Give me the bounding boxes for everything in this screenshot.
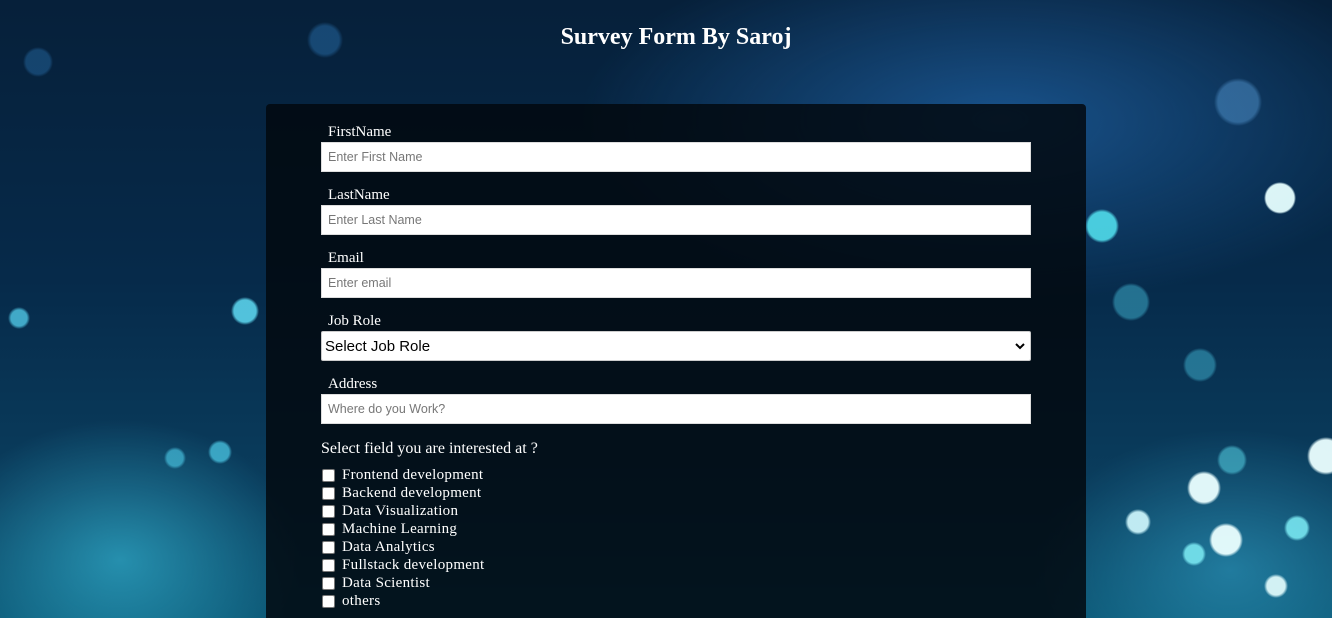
data-scientist-checkbox[interactable] [322, 576, 335, 590]
email-input[interactable] [321, 268, 1031, 298]
others-label: others [342, 592, 381, 609]
email-label: Email [328, 250, 364, 266]
machine-learning-label: Machine Learning [342, 520, 458, 537]
interest-option-data-analytics: Data Analytics [322, 538, 485, 556]
last-name-label: LastName [328, 187, 390, 203]
survey-form: FirstName LastName Email Job Role Select… [266, 104, 1086, 618]
backend-label: Backend development [342, 484, 482, 501]
job-role-label: Job Role [328, 313, 381, 329]
interest-option-data-scientist: Data Scientist [322, 574, 485, 592]
data-analytics-checkbox[interactable] [322, 540, 335, 554]
data-visualization-label: Data Visualization [342, 502, 459, 519]
chevron-down-icon [1015, 343, 1025, 350]
job-role-selected-value: Select Job Role [325, 337, 431, 355]
data-visualization-checkbox[interactable] [322, 504, 335, 518]
interest-option-fullstack: Fullstack development [322, 556, 485, 574]
job-role-select[interactable]: Select Job Role [321, 331, 1031, 361]
page-title: Survey Form By Saroj [560, 24, 792, 50]
fullstack-label: Fullstack development [342, 556, 485, 573]
interests-checklist: Frontend development Backend development… [322, 466, 485, 610]
interests-question: Select field you are interested at ? [321, 440, 538, 457]
frontend-label: Frontend development [342, 466, 484, 483]
interest-option-backend: Backend development [322, 484, 485, 502]
interest-option-data-visualization: Data Visualization [322, 502, 485, 520]
first-name-input[interactable] [321, 142, 1031, 172]
frontend-checkbox[interactable] [322, 468, 335, 482]
data-scientist-label: Data Scientist [342, 574, 430, 591]
first-name-label: FirstName [328, 124, 392, 140]
address-input[interactable] [321, 394, 1031, 424]
data-analytics-label: Data Analytics [342, 538, 435, 555]
backend-checkbox[interactable] [322, 486, 335, 500]
interest-option-frontend: Frontend development [322, 466, 485, 484]
interest-option-machine-learning: Machine Learning [322, 520, 485, 538]
last-name-input[interactable] [321, 205, 1031, 235]
fullstack-checkbox[interactable] [322, 558, 335, 572]
interest-option-others: others [322, 592, 485, 610]
others-checkbox[interactable] [322, 594, 335, 608]
machine-learning-checkbox[interactable] [322, 522, 335, 536]
address-label: Address [328, 376, 378, 392]
